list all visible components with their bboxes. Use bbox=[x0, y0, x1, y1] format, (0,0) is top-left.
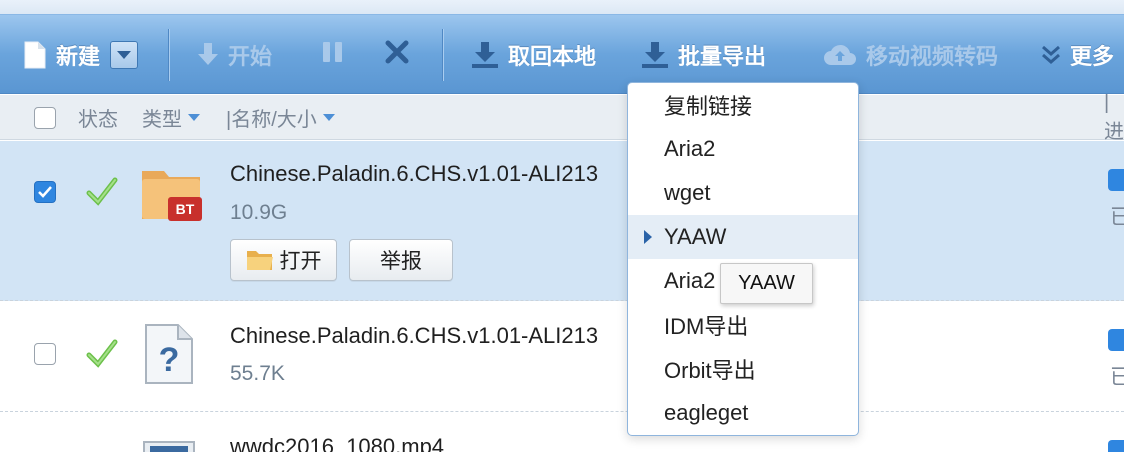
sort-caret-icon bbox=[322, 114, 335, 121]
menu-item-eagleget[interactable]: eagleget bbox=[628, 391, 858, 435]
menu-item-wget[interactable]: wget bbox=[628, 171, 858, 215]
more-button[interactable]: 更多 bbox=[1040, 15, 1114, 95]
folder-icon bbox=[246, 248, 274, 272]
list-header: 状态 类型 |名称/大小 |进 bbox=[0, 91, 1124, 143]
header-type[interactable]: 类型 bbox=[142, 95, 200, 140]
sort-caret-icon bbox=[188, 114, 200, 121]
pause-icon bbox=[320, 39, 346, 71]
table-row[interactable]: BT Chinese.Paladin.6.CHS.v1.01-ALI213 10… bbox=[0, 141, 1124, 301]
open-button[interactable]: 打开 bbox=[230, 239, 337, 281]
status-text: 已 bbox=[1110, 206, 1124, 229]
file-name[interactable]: Chinese.Paladin.6.CHS.v1.01-ALI213 bbox=[230, 323, 598, 349]
menu-item-aria2[interactable]: Aria2 bbox=[628, 127, 858, 171]
download-arrow-icon bbox=[196, 42, 220, 68]
header-progress: |进 bbox=[1104, 91, 1124, 143]
batch-export-label: 批量导出 bbox=[678, 44, 767, 69]
chevron-down-icon bbox=[117, 51, 132, 59]
tooltip: YAAW bbox=[720, 263, 813, 304]
file-size: 10.9G bbox=[230, 201, 288, 224]
pause-button[interactable] bbox=[320, 15, 346, 95]
status-done-icon bbox=[86, 177, 118, 212]
toolbar: 新建 开始 取回本地 批量导出 移动视频转码 更多 bbox=[0, 14, 1124, 94]
checkmark-icon bbox=[38, 186, 52, 198]
bt-folder-icon: BT bbox=[140, 163, 204, 230]
start-button[interactable]: 开始 bbox=[196, 15, 272, 95]
export-menu: 复制链接 Aria2 wget YAAW Aria2 IDM导出 Orbit导出… bbox=[627, 82, 859, 436]
video-file-icon bbox=[140, 440, 198, 452]
unknown-file-icon: ? bbox=[140, 323, 198, 390]
svg-text:?: ? bbox=[159, 341, 180, 379]
caret-right-icon bbox=[644, 230, 652, 244]
header-status: 状态 bbox=[78, 109, 118, 131]
report-label: 举报 bbox=[380, 250, 422, 273]
close-icon bbox=[384, 39, 410, 71]
status-done-icon bbox=[86, 339, 118, 374]
new-label: 新建 bbox=[56, 44, 101, 69]
cloud-icon bbox=[822, 42, 858, 68]
toolbar-separator bbox=[442, 29, 444, 81]
file-name[interactable]: Chinese.Paladin.6.CHS.v1.01-ALI213 bbox=[230, 161, 598, 187]
table-row[interactable]: wwdc2016_1080.mp4 bbox=[0, 412, 1124, 452]
delete-button[interactable] bbox=[384, 15, 410, 95]
file-name[interactable]: wwdc2016_1080.mp4 bbox=[230, 434, 444, 452]
retrieve-local-button[interactable]: 取回本地 bbox=[470, 15, 596, 95]
file-size: 55.7K bbox=[230, 362, 285, 385]
new-dropdown-button[interactable] bbox=[110, 41, 139, 69]
download-tray-icon bbox=[640, 40, 670, 70]
status-text: 已 bbox=[1110, 366, 1124, 389]
bt-badge: BT bbox=[176, 201, 195, 217]
toolbar-separator bbox=[168, 29, 170, 81]
download-tray-icon bbox=[470, 40, 500, 70]
retrieve-local-label: 取回本地 bbox=[508, 44, 597, 69]
start-label: 开始 bbox=[228, 44, 273, 69]
header-name-size[interactable]: |名称/大小 bbox=[226, 95, 335, 140]
progress-bar bbox=[1108, 169, 1124, 191]
menu-item-idm-export[interactable]: IDM导出 bbox=[628, 303, 858, 347]
menu-item-orbit-export[interactable]: Orbit导出 bbox=[628, 347, 858, 391]
progress-bar bbox=[1108, 440, 1124, 452]
open-label: 打开 bbox=[279, 250, 322, 273]
select-all-checkbox[interactable] bbox=[34, 95, 56, 140]
progress-bar bbox=[1108, 329, 1124, 351]
row-checkbox[interactable] bbox=[34, 181, 56, 203]
double-chevron-down-icon bbox=[1040, 43, 1062, 67]
top-strip bbox=[0, 0, 1124, 14]
menu-item-yaaw[interactable]: YAAW bbox=[628, 215, 858, 259]
table-row[interactable]: ? Chinese.Paladin.6.CHS.v1.01-ALI213 55.… bbox=[0, 301, 1124, 412]
new-button[interactable]: 新建 bbox=[22, 15, 139, 95]
more-label: 更多 bbox=[1070, 44, 1115, 69]
menu-item-copy-link[interactable]: 复制链接 bbox=[628, 83, 858, 127]
report-button[interactable]: 举报 bbox=[349, 239, 453, 281]
new-file-icon bbox=[22, 40, 48, 70]
row-checkbox[interactable] bbox=[34, 343, 56, 365]
video-transcode-label: 移动视频转码 bbox=[866, 44, 999, 69]
